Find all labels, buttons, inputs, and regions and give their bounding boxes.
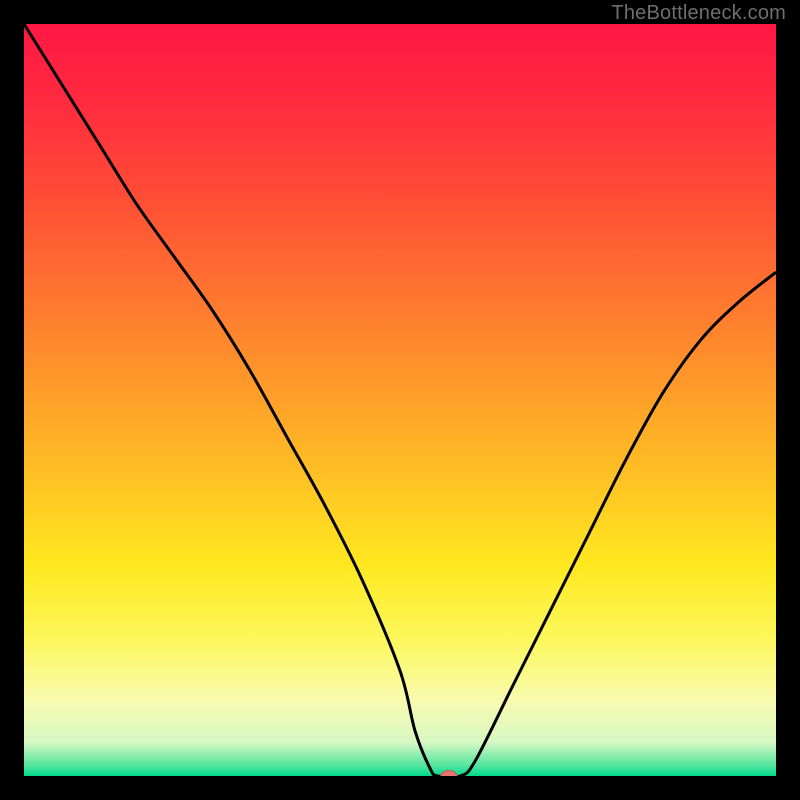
chart-frame: TheBottleneck.com [0,0,800,800]
bottleneck-chart [24,24,776,776]
watermark-text: TheBottleneck.com [611,2,786,25]
gradient-background [24,24,776,776]
plot-area [24,24,776,776]
